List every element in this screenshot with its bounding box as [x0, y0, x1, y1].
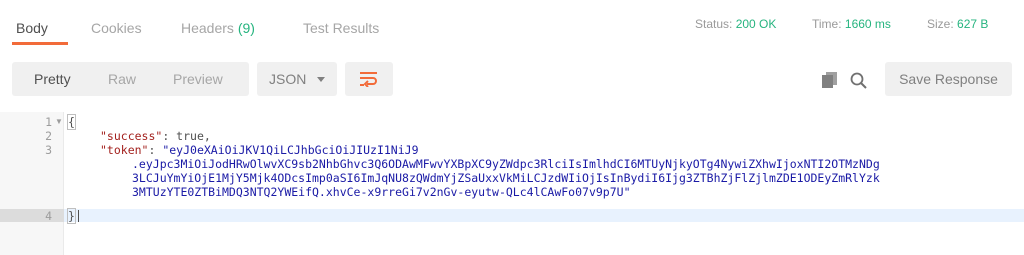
json-value: "eyJ0eXAiOiJKV1QiLCJhbGciOiJIUzI1NiJ9 [162, 143, 419, 157]
response-body-editor[interactable]: 1 ▼ 2 3 4 { "success": true, "token": "e… [0, 112, 1024, 255]
time-value: 1660 ms [844, 17, 891, 31]
tab-headers-label: Headers [181, 20, 234, 36]
wrap-lines-button[interactable] [345, 62, 393, 96]
fold-arrow-icon[interactable]: ▼ [55, 117, 63, 126]
search-icon [850, 72, 867, 89]
view-mode-group: Pretty Raw Preview [12, 62, 249, 96]
tab-headers[interactable]: Headers (9) [181, 20, 255, 36]
time-readout: Time: 1660 ms [812, 17, 891, 31]
view-preview-button[interactable]: Preview [173, 62, 223, 96]
tab-body[interactable]: Body [16, 20, 48, 36]
json-value-wrap: 3LCJuYmYiOjE1MjY5Mjk4ODcsImp0aSI6ImJqNU8… [132, 171, 880, 185]
size-readout[interactable]: Size: 627 B [927, 17, 988, 31]
json-key: "success" [100, 129, 163, 143]
view-pretty-button[interactable]: Pretty [34, 62, 71, 96]
json-line-token: "token": "eyJ0eXAiOiJKV1QiLCJhbGciOiJIUz… [100, 143, 419, 157]
close-brace: } [67, 208, 76, 224]
line-number: 4 [45, 209, 52, 223]
json-line-success: "success": true, [100, 129, 211, 143]
tab-test-results[interactable]: Test Results [303, 20, 379, 36]
copy-icon [822, 72, 837, 88]
save-response-button[interactable]: Save Response [885, 62, 1012, 96]
response-tabs-bar: Body Cookies Headers (9) Test Results St… [0, 0, 1024, 46]
json-value: true [176, 129, 204, 143]
format-select-value: JSON [269, 71, 307, 87]
line-number: 1 [45, 115, 52, 129]
json-value-wrap: 3MTUzYTE0ZTBiMDQ3NTQ2YWEifQ.xhvCe-x9rreG… [132, 185, 631, 199]
format-select[interactable]: JSON [257, 62, 337, 96]
line-number: 3 [45, 143, 52, 157]
size-label: Size: [927, 17, 954, 31]
open-brace: { [67, 114, 76, 130]
line-number: 2 [45, 129, 52, 143]
tab-cookies[interactable]: Cookies [91, 20, 142, 36]
copy-button[interactable] [818, 62, 844, 96]
size-value: 627 B [957, 17, 989, 31]
text-cursor [78, 209, 79, 223]
time-label: Time: [812, 17, 842, 31]
search-button[interactable] [846, 62, 872, 96]
code-area: { "success": true, "token": "eyJ0eXAiOiJ… [64, 112, 1024, 255]
response-toolbar: Pretty Raw Preview JSON Save Response [0, 58, 1024, 102]
status-value: 200 OK [735, 17, 777, 31]
chevron-down-icon [317, 77, 325, 82]
json-key: "token" [100, 143, 149, 157]
tab-headers-count: (9) [237, 20, 255, 36]
json-value-wrap: .eyJpc3MiOiJodHRwOlwvXC9sb2NhbGhvc3Q6ODA… [132, 157, 880, 171]
status-readout: Status: 200 OK [695, 17, 776, 31]
view-raw-button[interactable]: Raw [108, 62, 136, 96]
status-label: Status: [695, 17, 733, 31]
active-tab-indicator [12, 42, 68, 45]
wrap-lines-icon [360, 72, 377, 87]
